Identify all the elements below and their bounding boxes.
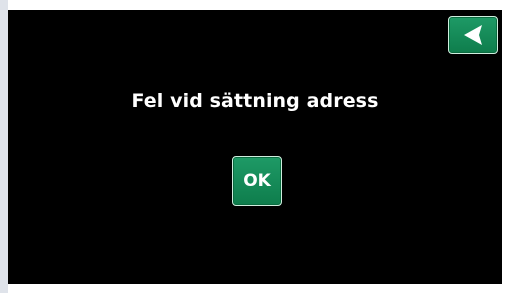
- back-button[interactable]: [448, 16, 498, 54]
- ok-button[interactable]: OK: [232, 156, 282, 206]
- display-screen: Fel vid sättning adress OK: [8, 10, 502, 284]
- device-frame: Fel vid sättning adress OK: [0, 0, 506, 293]
- back-arrow-icon: [462, 23, 484, 47]
- error-message: Fel vid sättning adress: [131, 90, 379, 112]
- side-strip: [0, 0, 8, 293]
